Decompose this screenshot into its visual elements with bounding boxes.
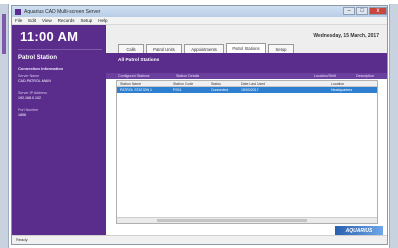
tab-setup[interactable]: Setup — [268, 44, 294, 53]
tab-appointments[interactable]: Appointments — [184, 44, 224, 53]
station-title: Patrol Station — [18, 55, 58, 61]
panel-subheader: Configured Stations Station Details Loca… — [106, 73, 387, 79]
app-icon — [15, 8, 21, 15]
table-row-selected[interactable]: PATROL STATION 1 PS01 Connected 15/03/20… — [117, 87, 377, 93]
column-header[interactable]: Station Name — [120, 82, 141, 86]
subheader-location: Location/Shift — [314, 74, 336, 78]
horizontal-scrollbar[interactable] — [117, 217, 377, 223]
tab-calls[interactable]: Calls — [118, 44, 144, 53]
close-button[interactable]: x — [369, 7, 387, 15]
port-label: Port Number — [18, 108, 39, 112]
tab-patrol-units[interactable]: Patrol Units — [146, 44, 182, 53]
table-cell: PS01 — [173, 88, 182, 92]
scrollbar-thumb[interactable] — [157, 219, 307, 222]
tab-bar: Calls Patrol Units Appointments Patrol S… — [118, 43, 296, 53]
table-cell: Connected — [211, 88, 228, 92]
menu-file[interactable]: File — [15, 18, 22, 23]
subheader-details: Station Details — [176, 74, 200, 78]
background-window-edge-left — [0, 4, 9, 248]
app-window: Aquarius CAD Multi-screen Server – □ x F… — [11, 5, 388, 245]
column-header[interactable]: Status — [211, 82, 221, 86]
panel-header: All Patrol Stations — [106, 53, 387, 73]
current-date: Wednesday, 15 March, 2017 — [313, 33, 379, 39]
stations-table[interactable]: Station Name Station Code Status Date La… — [116, 80, 378, 224]
main-content: 11:00 AM Patrol Station Connection Infor… — [12, 25, 387, 236]
server-ip-label: Server IP Address — [18, 91, 47, 95]
window-title: Aquarius CAD Multi-screen Server — [24, 8, 101, 15]
maximize-button[interactable]: □ — [356, 7, 368, 15]
column-header[interactable]: Date Last Used — [241, 82, 265, 86]
menu-setup[interactable]: Setup — [80, 18, 92, 23]
sidebar-divider — [18, 49, 102, 50]
server-name-label: Server Name — [18, 74, 40, 78]
column-header[interactable]: Station Code — [173, 82, 193, 86]
clock-display: 11:00 AM — [20, 29, 79, 44]
connection-info-heading: Connection Information — [18, 66, 64, 71]
header: Wednesday, 15 March, 2017 Calls Patrol U… — [106, 25, 387, 53]
subheader-configured: Configured Stations — [118, 74, 150, 78]
server-ip-value: 192.168.0.102 — [18, 96, 41, 100]
background-window-accent — [2, 14, 6, 54]
table-cell: PATROL STATION 1 — [120, 88, 152, 92]
table-cell: 15/03/2017 — [241, 88, 259, 92]
title-bar: Aquarius CAD Multi-screen Server – □ x — [12, 6, 387, 17]
menu-view[interactable]: View — [42, 18, 52, 23]
table-cell: Headquarters — [331, 88, 353, 92]
tab-patrol-stations[interactable]: Patrol Stations — [226, 43, 266, 53]
server-name-value: CAD-PATROL-MAIN — [18, 79, 51, 83]
port-value: 1856 — [18, 113, 26, 117]
sidebar: 11:00 AM Patrol Station Connection Infor… — [12, 25, 106, 236]
menu-help[interactable]: Help — [98, 18, 107, 23]
minimize-button[interactable]: – — [343, 7, 355, 15]
panel-title: All Patrol Stations — [118, 58, 160, 63]
menu-bar: File Edit View Records Setup Help — [12, 17, 387, 25]
background-window-edge-right — [389, 4, 398, 248]
menu-edit[interactable]: Edit — [28, 18, 36, 23]
status-text: Ready — [16, 237, 28, 242]
brand-logo: AQUARIUS — [335, 226, 383, 235]
column-header[interactable]: Location — [331, 82, 344, 86]
status-bar: Ready — [12, 235, 387, 244]
menu-records[interactable]: Records — [58, 18, 75, 23]
subheader-description: Description — [356, 74, 374, 78]
